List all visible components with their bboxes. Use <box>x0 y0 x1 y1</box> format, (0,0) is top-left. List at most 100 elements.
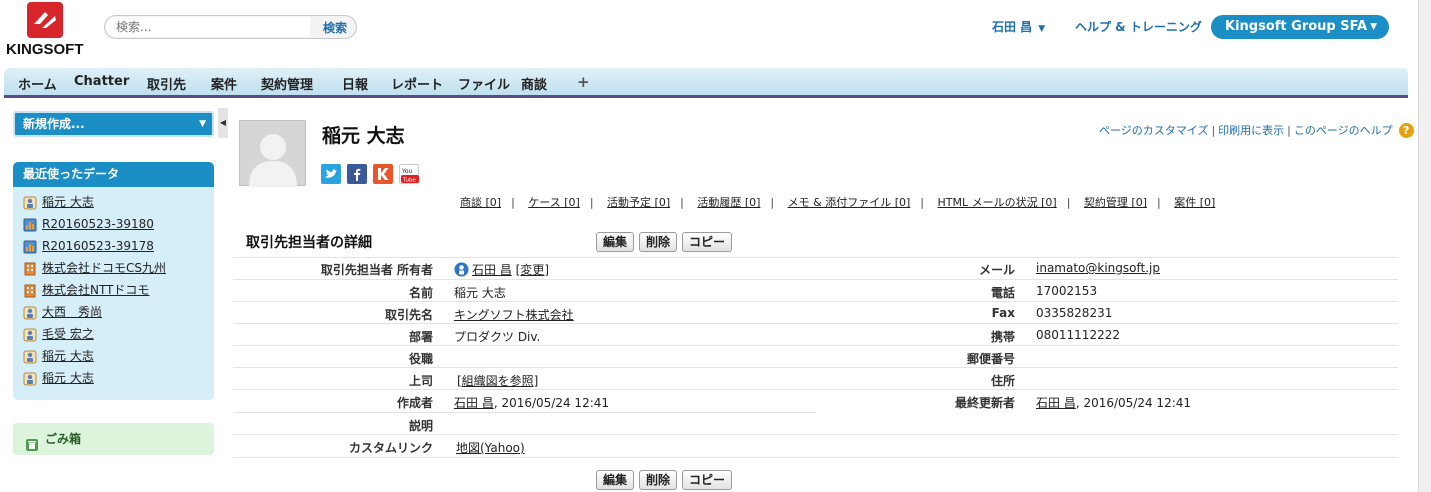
app-switcher[interactable]: Kingsoft Group SFA ▼ <box>1211 15 1389 39</box>
department-label: 部署 <box>408 330 433 344</box>
collapse-sidebar-icon[interactable]: ◀ <box>218 108 228 138</box>
related-link-open-activities[interactable]: 活動予定 [0] <box>607 196 670 209</box>
account-link[interactable]: キングソフト株式会社 <box>454 308 574 322</box>
custom-links-value: 地図(Yahoo) <box>456 439 525 456</box>
top-button-row: 編集 削除 コピー <box>596 232 733 252</box>
report-icon <box>23 239 37 254</box>
zip-label: 郵便番号 <box>966 352 1015 366</box>
edit-button[interactable]: 編集 <box>596 232 635 252</box>
list-item[interactable]: 株式会社ドコモCS九州 <box>13 257 214 279</box>
list-item[interactable]: 株式会社NTTドコモ <box>13 279 214 301</box>
list-item[interactable]: 大西 秀尚 <box>13 301 214 323</box>
divider <box>233 345 1398 346</box>
tab-opportunities[interactable]: 商談 <box>521 74 547 93</box>
delete-button[interactable]: 削除 <box>639 470 678 490</box>
user-menu[interactable]: 石田 昌 ▼ <box>992 18 1045 35</box>
tab-home[interactable]: ホーム <box>18 74 57 93</box>
global-search: 検索 <box>104 15 357 39</box>
search-input[interactable] <box>106 17 310 37</box>
recycle-bin-link[interactable]: ごみ箱 <box>13 423 214 455</box>
contact-icon <box>23 195 37 210</box>
last-modified-user-link[interactable]: 石田 昌 <box>1036 396 1076 410</box>
created-by-label: 作成者 <box>396 396 433 410</box>
printable-view-link[interactable]: 印刷用に表示 <box>1218 124 1284 137</box>
related-link-html-email[interactable]: HTML メールの状況 [0] <box>938 196 1057 209</box>
list-item[interactable]: 稲元 大志 <box>13 191 214 213</box>
add-tab-icon[interactable]: + <box>577 73 590 91</box>
related-link-opportunities[interactable]: 商談 [0] <box>460 196 501 209</box>
klout-icon[interactable] <box>373 164 393 184</box>
manager-value: [組織図を参照] <box>457 372 538 389</box>
global-header: KINGSOFT 検索 石田 昌 ▼ ヘルプ & トレーニング Kingsoft … <box>0 0 1418 66</box>
recycle-bin-label: ごみ箱 <box>45 432 82 446</box>
last-modified-label: 最終更新者 <box>954 396 1015 410</box>
divider <box>233 412 816 413</box>
related-link-notes-attachments[interactable]: メモ & 添付ファイル [0] <box>788 196 911 209</box>
title-label: 役職 <box>408 352 433 366</box>
help-training-link[interactable]: ヘルプ & トレーニング <box>1075 18 1202 35</box>
related-list-links: 商談 [0] | ケース [0] | 活動予定 [0] | 活動履歴 [0] | メモ … <box>460 196 1216 209</box>
map-yahoo-link[interactable]: 地図(Yahoo) <box>456 441 525 455</box>
address-label: 住所 <box>990 374 1015 388</box>
youtube-icon[interactable]: You Tube <box>399 164 419 184</box>
tab-cases[interactable]: 案件 <box>211 74 237 93</box>
phone-label: 電話 <box>990 286 1015 300</box>
last-modified-date: , 2016/05/24 12:41 <box>1075 396 1192 410</box>
twitter-icon[interactable] <box>321 164 341 184</box>
recent-items-list: 稲元 大志 R20160523-39180 R20160523-39178 株式… <box>13 187 214 389</box>
edit-button[interactable]: 編集 <box>596 470 635 490</box>
delete-button[interactable]: 削除 <box>639 232 678 252</box>
account-label: 取引先名 <box>384 308 433 322</box>
social-links: You Tube <box>321 164 419 184</box>
kingsoft-logo-icon <box>27 2 63 38</box>
tab-reports[interactable]: レポート <box>391 74 443 93</box>
vertical-scrollbar[interactable] <box>1418 0 1431 492</box>
change-owner-link[interactable]: [変更] <box>516 261 549 278</box>
tab-contracts[interactable]: 契約管理 <box>261 74 313 93</box>
facebook-icon[interactable] <box>347 164 367 184</box>
account-icon <box>23 283 37 298</box>
email-value: inamato@kingsoft.jp <box>1036 261 1160 275</box>
svg-text:You: You <box>401 168 413 175</box>
tab-files[interactable]: ファイル <box>458 74 510 93</box>
kingsoft-logo[interactable]: KINGSOFT <box>6 2 86 60</box>
customize-page-link[interactable]: ページのカスタマイズ <box>1099 124 1208 137</box>
related-link-cases-2[interactable]: 案件 [0] <box>1174 196 1215 209</box>
user-name: 石田 昌 <box>992 20 1033 34</box>
copy-button[interactable]: コピー <box>682 470 733 490</box>
list-item[interactable]: 毛受 宏之 <box>13 323 214 345</box>
owner-link[interactable]: 石田 昌 <box>472 261 512 278</box>
list-item[interactable]: 稲元 大志 <box>13 367 214 389</box>
recent-items-panel: 最近使ったデータ 稲元 大志 R20160523-39180 R20160523… <box>13 162 214 400</box>
tab-accounts[interactable]: 取引先 <box>147 74 186 93</box>
list-item[interactable]: R20160523-39180 <box>13 213 214 235</box>
svg-text:Tube: Tube <box>402 178 417 184</box>
page-help-link[interactable]: このページのヘルプ <box>1294 124 1393 137</box>
related-link-activity-history[interactable]: 活動履歴 [0] <box>697 196 760 209</box>
related-link-cases[interactable]: ケース [0] <box>528 196 580 209</box>
list-item[interactable]: R20160523-39178 <box>13 235 214 257</box>
divider <box>233 257 1398 258</box>
custom-links-label: カスタムリンク <box>348 441 433 455</box>
owner-value: 石田 昌 [変更] <box>454 261 549 278</box>
account-icon <box>23 261 37 276</box>
help-icon[interactable]: ? <box>1398 123 1414 138</box>
phone-value: 17002153 <box>1036 284 1098 298</box>
email-link[interactable]: inamato@kingsoft.jp <box>1036 261 1160 275</box>
org-chart-link[interactable]: [組織図を参照] <box>457 374 538 388</box>
mobile-value: 08011112222 <box>1036 328 1120 342</box>
created-by-user-link[interactable]: 石田 昌 <box>454 396 494 410</box>
create-new-label: 新規作成... <box>23 117 85 131</box>
tab-daily-report[interactable]: 日報 <box>342 74 368 93</box>
divider <box>233 323 1398 324</box>
search-button[interactable]: 検索 <box>312 16 356 38</box>
chevron-down-icon: ▼ <box>1038 24 1046 34</box>
tab-bar: ホーム Chatter 取引先 案件 契約管理 日報 レポート ファイル 商談 … <box>4 68 1408 98</box>
list-item[interactable]: 稲元 大志 <box>13 345 214 367</box>
chevron-down-icon: ▼ <box>1370 22 1377 32</box>
copy-button[interactable]: コピー <box>682 232 733 252</box>
related-link-contracts[interactable]: 契約管理 [0] <box>1084 196 1147 209</box>
email-label: メール <box>978 263 1015 277</box>
create-new-dropdown[interactable]: 新規作成... ▼ <box>13 111 214 137</box>
tab-chatter[interactable]: Chatter <box>74 74 129 89</box>
